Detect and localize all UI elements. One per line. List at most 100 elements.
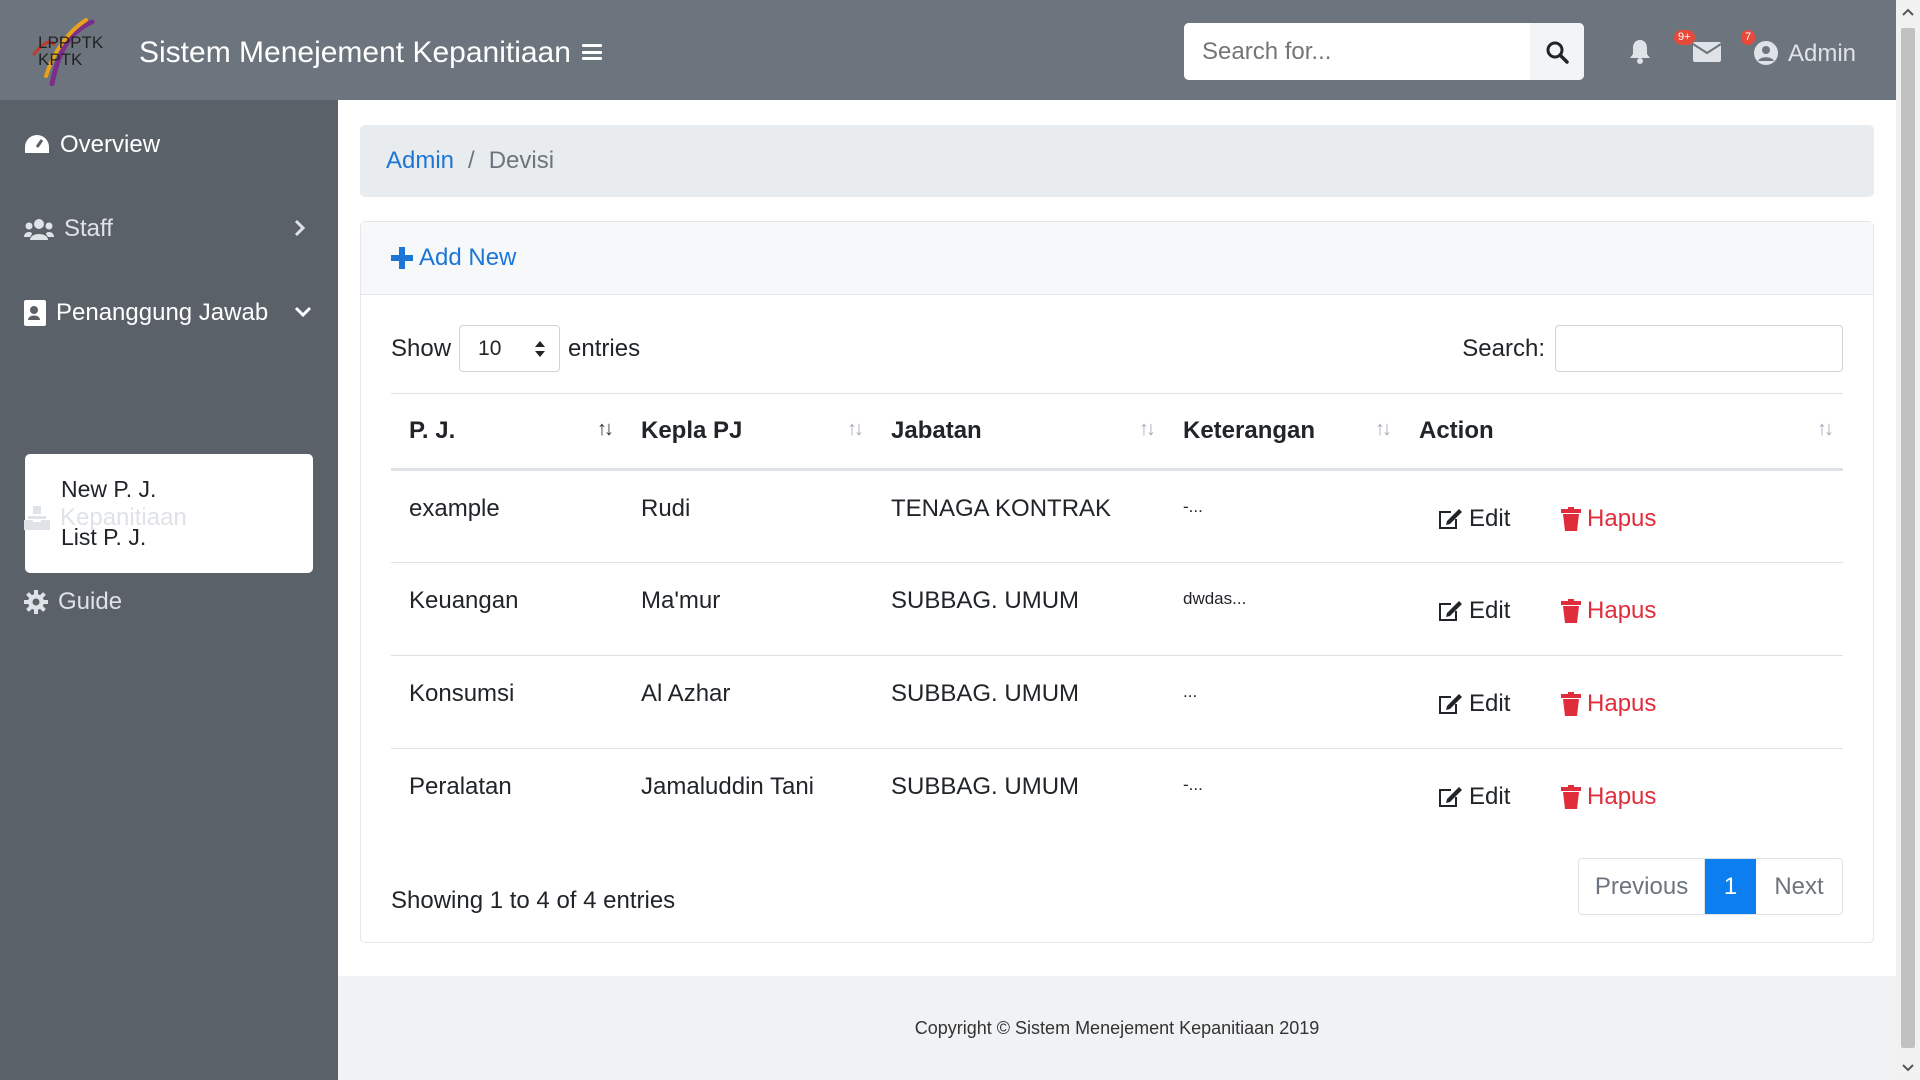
breadcrumb-separator: / xyxy=(468,147,475,174)
cell-pj: Keuangan xyxy=(391,562,623,656)
column-header-keterangan[interactable]: Keterangan ↑↓ xyxy=(1165,393,1401,471)
table-row: Konsumsi Al Azhar SUBBAG. UMUM ... Edit … xyxy=(391,655,1843,749)
cell-pj: example xyxy=(391,469,623,563)
scroll-down-arrow-icon[interactable] xyxy=(1902,1064,1914,1072)
user-name[interactable]: Admin xyxy=(1788,40,1856,68)
logo-text-line-1: LPPPTK xyxy=(38,33,104,52)
top-search xyxy=(1184,23,1584,80)
main-content: Admin / Devisi Add New Show 10 entries S… xyxy=(338,100,1896,1080)
footer: Copyright © Sistem Menejement Kepanitiaa… xyxy=(338,976,1896,1080)
delete-button[interactable]: Hapus xyxy=(1561,597,1656,625)
delete-button[interactable]: Hapus xyxy=(1561,690,1656,718)
sitemap-icon xyxy=(24,506,50,530)
copyright-text: Copyright © Sistem Menejement Kepanitiaa… xyxy=(914,1017,1320,1038)
edit-button[interactable]: Edit xyxy=(1437,505,1510,533)
cell-action: Edit Hapus xyxy=(1401,655,1843,749)
table-row: example Rudi TENAGA KONTRAK -... Edit Ha… xyxy=(391,469,1843,563)
app-title[interactable]: Sistem Menejement Kepanitiaan xyxy=(139,36,571,70)
column-header-label: Action xyxy=(1419,417,1494,444)
edit-label: Edit xyxy=(1469,783,1511,810)
messages-button[interactable] xyxy=(1692,40,1722,67)
edit-button[interactable]: Edit xyxy=(1437,597,1510,625)
edit-label: Edit xyxy=(1469,690,1511,717)
cell-action: Edit Hapus xyxy=(1401,469,1843,563)
table-search-input[interactable] xyxy=(1555,325,1843,372)
cell-keterangan: -... xyxy=(1165,469,1401,563)
column-header-action[interactable]: Action ↑↓ xyxy=(1401,393,1843,471)
entries-label: entries xyxy=(568,334,641,362)
trash-icon xyxy=(1561,599,1582,623)
breadcrumb-current: Devisi xyxy=(488,147,555,174)
add-new-label: Add New xyxy=(419,244,517,271)
logo-text-line-2: KPTK xyxy=(38,50,83,69)
pagination-previous[interactable]: Previous xyxy=(1579,859,1705,914)
sort-caret-icon xyxy=(535,340,546,357)
column-header-label: Keterangan xyxy=(1183,417,1316,444)
table-row: Peralatan Jamaluddin Tani SUBBAG. UMUM -… xyxy=(391,749,1843,842)
envelope-icon xyxy=(1692,42,1722,62)
edit-button[interactable]: Edit xyxy=(1437,690,1510,718)
sidebar-item-label: Staff xyxy=(64,215,113,242)
pagination-next[interactable]: Next xyxy=(1756,859,1842,914)
delete-button[interactable]: Hapus xyxy=(1561,783,1656,811)
delete-button[interactable]: Hapus xyxy=(1561,505,1656,533)
sort-icon: ↑↓ xyxy=(847,418,864,440)
cell-kepala: Ma'mur xyxy=(623,562,873,656)
sidebar-item-kepanitiaan[interactable]: Kepanitiaan xyxy=(24,504,187,532)
cell-keterangan: -... xyxy=(1183,775,1203,794)
dashboard-icon xyxy=(25,135,49,153)
column-header-pj[interactable]: P. J. ↑↓ xyxy=(391,393,623,471)
cell-action: Edit Hapus xyxy=(1401,562,1843,656)
sidebar-item-penanggung-jawab[interactable]: Penanggung Jawab xyxy=(24,299,268,327)
users-icon xyxy=(24,219,54,240)
column-header-kepla-pj[interactable]: Kepla PJ ↑↓ xyxy=(623,393,873,471)
show-label: Show xyxy=(391,334,452,362)
table-row: Keuangan Ma'mur SUBBAG. UMUM dwdas... Ed… xyxy=(391,562,1843,656)
pagination: Previous 1 Next xyxy=(1578,858,1843,915)
topbar: LPPPTK KPTK Sistem Menejement Kepanitiaa… xyxy=(0,0,1896,100)
sidebar-item-label: Kepanitiaan xyxy=(60,504,187,531)
cell-jabatan: TENAGA KONTRAK xyxy=(873,469,1165,563)
pagination-page-1[interactable]: 1 xyxy=(1705,859,1756,914)
breadcrumb: Admin / Devisi xyxy=(360,125,1874,197)
chevron-down-icon xyxy=(294,306,312,318)
breadcrumb-link-admin[interactable]: Admin xyxy=(386,147,454,175)
sidebar-item-guide[interactable]: Guide xyxy=(24,588,122,616)
search-button[interactable] xyxy=(1530,23,1584,80)
cell-kepala: Rudi xyxy=(623,469,873,563)
column-header-jabatan[interactable]: Jabatan ↑↓ xyxy=(873,393,1165,471)
cell-kepala: Al Azhar xyxy=(623,655,873,749)
notifications-button[interactable] xyxy=(1628,38,1652,69)
edit-icon xyxy=(1439,787,1462,807)
table-info: Showing 1 to 4 of 4 entries xyxy=(391,887,676,914)
sidebar-item-label: Overview xyxy=(60,131,161,158)
data-table: P. J. ↑↓ Kepla PJ ↑↓ Jabatan ↑↓ Keterangan ↑… xyxy=(391,393,1843,842)
trash-icon xyxy=(1561,785,1582,809)
edit-button[interactable]: Edit xyxy=(1437,783,1510,811)
data-card: Add New Show 10 entries Search: P. J. ↑↓ … xyxy=(360,221,1874,943)
cell-kepala: Jamaluddin Tani xyxy=(641,773,815,800)
delete-label: Hapus xyxy=(1587,505,1657,532)
scrollbar-thumb[interactable] xyxy=(1901,28,1915,1048)
hamburger-menu-icon[interactable] xyxy=(582,44,602,60)
sidebar-item-staff[interactable]: Staff xyxy=(24,215,113,243)
sort-icon: ↑↓ xyxy=(1139,418,1156,440)
gear-icon xyxy=(24,590,48,614)
edit-label: Edit xyxy=(1469,505,1511,532)
logo-text: LPPPTK KPTK xyxy=(38,34,103,68)
submenu-item-new-pj[interactable]: New P. J. xyxy=(61,476,156,503)
scroll-up-arrow-icon[interactable] xyxy=(1902,8,1914,16)
cell-pj: Peralatan xyxy=(409,773,512,800)
sidebar-item-label: Penanggung Jawab xyxy=(56,299,269,326)
cell-jabatan: SUBBAG. UMUM xyxy=(873,562,1165,656)
sidebar-item-overview[interactable]: Overview xyxy=(24,131,160,159)
entries-select[interactable]: 10 xyxy=(459,325,561,372)
user-avatar[interactable] xyxy=(1754,41,1778,70)
entries-length-control: Show 10 entries xyxy=(391,325,640,372)
top-search-input[interactable] xyxy=(1184,23,1530,80)
add-new-button[interactable]: Add New xyxy=(391,244,516,272)
search-icon xyxy=(1546,41,1569,64)
column-header-label: Jabatan xyxy=(891,417,982,444)
page-scrollbar[interactable] xyxy=(1896,0,1920,1080)
chevron-right-icon xyxy=(294,219,306,237)
